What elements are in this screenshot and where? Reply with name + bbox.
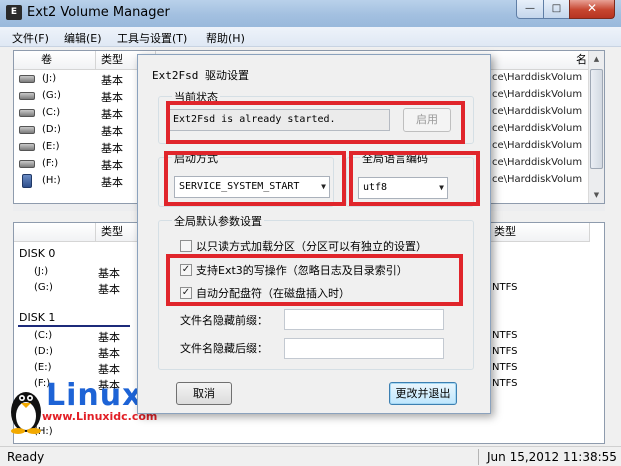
hard-drive-icon xyxy=(19,109,35,117)
volume-device-path: ce\HarddiskVolum xyxy=(492,72,583,83)
volume-label: (C:) xyxy=(42,107,61,118)
volume-type: 基本 xyxy=(101,176,123,189)
menu-edit[interactable]: 编辑(E) xyxy=(64,30,102,46)
global-defaults-title: 全局默认参数设置 xyxy=(172,213,264,229)
readonly-checkbox[interactable] xyxy=(180,240,192,252)
partition-label[interactable]: (G:) xyxy=(34,282,53,293)
volume-type: 基本 xyxy=(101,108,123,121)
partition-type: 基本 xyxy=(98,283,120,296)
close-button[interactable]: ✕ xyxy=(569,0,615,19)
highlight-box-startup xyxy=(164,151,346,206)
column-header-disk[interactable] xyxy=(14,223,96,242)
status-separator xyxy=(478,449,479,465)
volume-label: (H:) xyxy=(42,175,61,186)
hide-prefix-input[interactable] xyxy=(284,309,444,330)
status-bar: Ready Jun 15,2012 11:38:55 xyxy=(0,446,621,466)
watermark-brand: Linux xyxy=(46,378,143,413)
dialog-title: Ext2Fsd 驱动设置 xyxy=(152,69,249,82)
volume-device-path: ce\HarddiskVolum xyxy=(492,106,583,117)
partition-type: 基本 xyxy=(98,331,120,344)
volume-list-scrollbar[interactable]: ▲ ▼ xyxy=(588,51,604,203)
volume-type: 基本 xyxy=(101,74,123,87)
maximize-button[interactable]: □ xyxy=(543,0,570,19)
volume-device-path: ce\HarddiskVolum xyxy=(492,123,583,134)
partition-type: 基本 xyxy=(98,363,120,376)
cancel-button[interactable]: 取消 xyxy=(176,382,232,405)
hard-drive-icon xyxy=(19,75,35,83)
partition-label[interactable]: (E:) xyxy=(34,362,52,373)
disk-label: DISK 1 xyxy=(19,311,56,324)
volume-device-path: ce\HarddiskVolum xyxy=(492,157,583,168)
minimize-button[interactable]: — xyxy=(516,0,544,19)
status-text: Ready xyxy=(7,450,45,464)
partition-fs: NTFS xyxy=(492,362,518,373)
disk-divider xyxy=(18,325,130,327)
partition-label[interactable]: (J:) xyxy=(34,266,48,277)
column-header-volume[interactable]: 卷 xyxy=(14,51,96,70)
hard-drive-icon xyxy=(19,160,35,168)
highlight-box-status xyxy=(166,101,465,144)
usb-drive-icon xyxy=(22,174,32,188)
partition-label[interactable]: (C:) xyxy=(34,330,52,341)
hard-drive-icon xyxy=(19,92,35,100)
tux-penguin-icon xyxy=(11,392,41,434)
volume-label: (G:) xyxy=(42,90,61,101)
volume-type: 基本 xyxy=(101,142,123,155)
scroll-down-arrow-icon[interactable]: ▼ xyxy=(589,187,604,203)
partition-fs: NTFS xyxy=(492,330,518,341)
hard-drive-icon xyxy=(19,126,35,134)
volume-type: 基本 xyxy=(101,125,123,138)
readonly-checkbox-label: 以只读方式加载分区（分区可以有独立的设置） xyxy=(196,240,427,253)
volume-device-path: ce\HarddiskVolum xyxy=(492,140,583,151)
menu-tools-settings[interactable]: 工具与设置(T) xyxy=(117,30,187,46)
highlight-box-options xyxy=(166,254,463,306)
partition-label[interactable]: (D:) xyxy=(34,346,53,357)
menu-file[interactable]: 文件(F) xyxy=(12,30,49,46)
partition-type: 基本 xyxy=(98,267,120,280)
volume-label: (J:) xyxy=(42,73,57,84)
hide-prefix-label: 文件名隐藏前缀： xyxy=(180,314,268,327)
app-icon: E xyxy=(6,5,22,20)
partition-fs: NTFS xyxy=(492,378,518,389)
volume-type: 基本 xyxy=(101,91,123,104)
volume-label: (E:) xyxy=(42,141,60,152)
status-datetime: Jun 15,2012 11:38:55 xyxy=(487,450,617,464)
menu-help[interactable]: 帮助(H) xyxy=(206,30,245,46)
menu-bar: 文件(F) 编辑(E) 工具与设置(T) 帮助(H) xyxy=(0,27,621,47)
title-bar[interactable]: E Ext2 Volume Manager — □ ✕ xyxy=(0,0,621,27)
scroll-thumb[interactable] xyxy=(590,69,603,169)
apply-and-exit-button[interactable]: 更改并退出 xyxy=(389,382,457,405)
partition-fs: NTFS xyxy=(492,282,518,293)
driver-settings-dialog: Ext2Fsd 驱动设置 当前状态 Ext2Fsd is already sta… xyxy=(137,54,491,414)
hide-suffix-label: 文件名隐藏后缀： xyxy=(180,342,268,355)
scroll-up-arrow-icon[interactable]: ▲ xyxy=(589,51,604,67)
hide-suffix-input[interactable] xyxy=(284,338,444,359)
volume-device-path: ce\HarddiskVolum xyxy=(492,174,583,185)
window-title: Ext2 Volume Manager xyxy=(27,5,170,20)
hard-drive-icon xyxy=(19,143,35,151)
volume-label: (F:) xyxy=(42,158,59,169)
volume-device-path: ce\HarddiskVolum xyxy=(492,89,583,100)
disk-label: DISK 0 xyxy=(19,247,56,260)
volume-type: 基本 xyxy=(101,159,123,172)
highlight-box-codepage xyxy=(349,151,480,206)
volume-label: (D:) xyxy=(42,124,61,135)
partition-type: 基本 xyxy=(98,347,120,360)
partition-fs: NTFS xyxy=(492,346,518,357)
